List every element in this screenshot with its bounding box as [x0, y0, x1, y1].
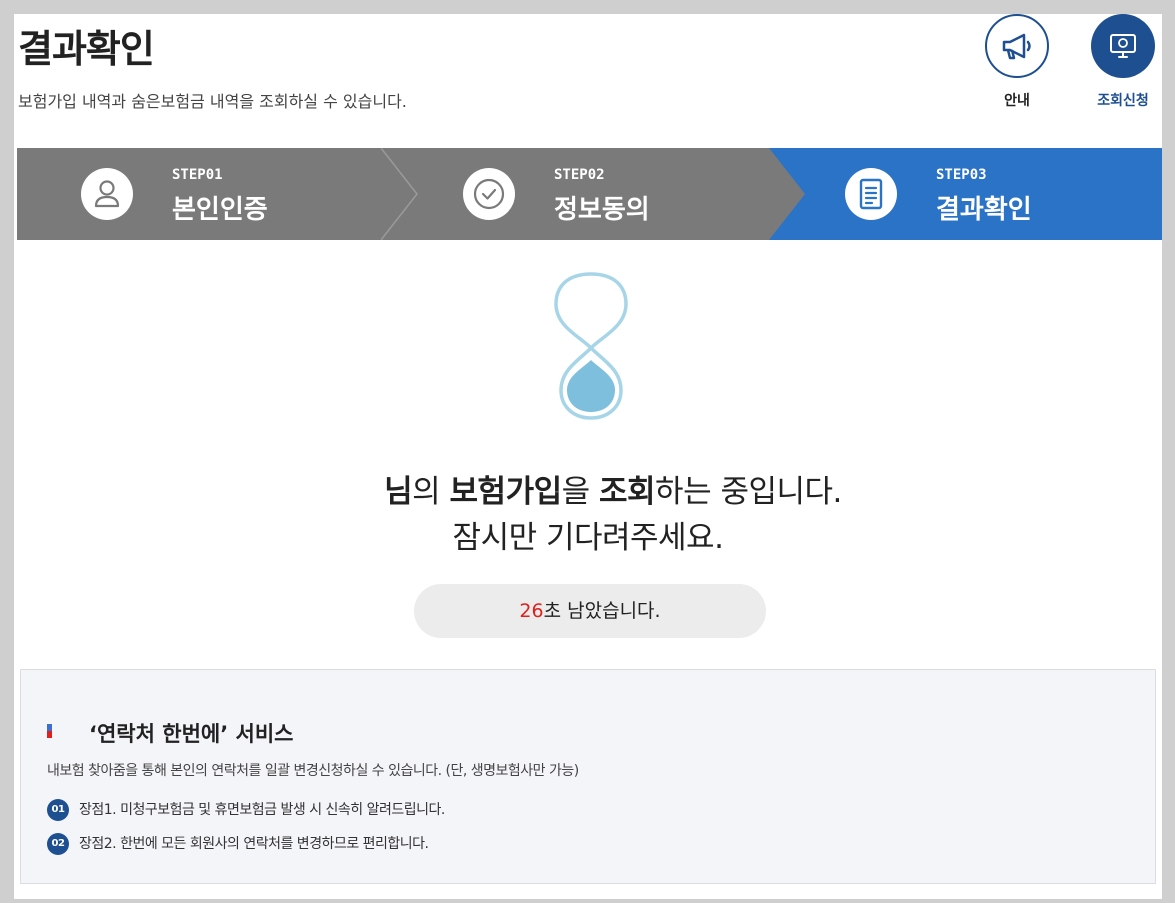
timer-suffix: 초 남았습니다.: [543, 600, 661, 622]
step-3-icon-circle: [845, 168, 897, 220]
status-message-line2: 잠시만 기다려주세요.: [452, 520, 724, 556]
step-3-number: STEP03: [936, 167, 987, 183]
step-1-label: 본인인증: [172, 195, 268, 225]
list-item-text: 장점2. 한번에 모든 회원사의 연락처를 변경하므로 편리합니다.: [79, 836, 429, 852]
step-1-icon-circle: [81, 168, 133, 220]
apply-button[interactable]: 조회신청: [1087, 14, 1159, 110]
service-description: 내보험 찾아줌을 통해 본인의 연락처를 일괄 변경신청하실 수 있습니다. (…: [47, 763, 579, 779]
step-divider: [381, 148, 418, 240]
title-accent-bar: [47, 724, 52, 738]
status-message-line1: 님의 보험가입을 조회하는 중입니다.: [14, 466, 1162, 511]
status-action-bold: 조회: [599, 474, 656, 510]
step-3-label: 결과확인: [936, 195, 1032, 225]
page: 결과확인 보험가입 내역과 숨은보험금 내역을 조회하실 수 있습니다. 안내 …: [14, 14, 1162, 899]
service-info-box: ‘연락처 한번에’ 서비스 내보험 찾아줌을 통해 본인의 연락처를 일괄 변경…: [20, 669, 1156, 884]
user-icon: [94, 180, 120, 208]
step-2-number: STEP02: [554, 167, 605, 183]
hourglass-loading-icon: [554, 272, 628, 420]
step-bar: STEP01 본인인증 STEP02 정보동의 STEP03 결과확인: [17, 148, 1162, 240]
number-badge: 01: [47, 799, 69, 821]
info-circle[interactable]: [985, 14, 1049, 78]
info-button[interactable]: 안내: [981, 14, 1053, 110]
status-text: 을: [561, 474, 599, 510]
step-2-icon-circle: [463, 168, 515, 220]
countdown-timer: 26초 남았습니다.: [414, 584, 766, 638]
check-circle-icon: [473, 178, 505, 210]
apply-circle[interactable]: [1091, 14, 1155, 78]
page-title: 결과확인: [18, 27, 155, 71]
timer-seconds: 26: [519, 600, 544, 622]
step-2-label: 정보동의: [554, 195, 650, 225]
status-text: 의: [412, 474, 450, 510]
list-item: 02 장점2. 한번에 모든 회원사의 연락처를 변경하므로 편리합니다.: [47, 833, 429, 855]
list-item-text: 장점1. 미청구보험금 및 휴면보험금 발생 시 신속히 알려드립니다.: [79, 802, 445, 818]
status-name-bold: 님: [384, 474, 413, 510]
list-item: 01 장점1. 미청구보험금 및 휴면보험금 발생 시 신속히 알려드립니다.: [47, 799, 445, 821]
monitor-search-icon: [1110, 34, 1136, 58]
step-arrow: [769, 148, 805, 240]
page-subtitle: 보험가입 내역과 숨은보험금 내역을 조회하실 수 있습니다.: [18, 92, 407, 111]
megaphone-icon: [1002, 33, 1031, 60]
document-icon: [859, 178, 883, 210]
step-1-number: STEP01: [172, 167, 223, 183]
apply-button-label: 조회신청: [1097, 93, 1149, 109]
number-badge: 02: [47, 833, 69, 855]
status-text: 하는 중입니다.: [655, 474, 842, 510]
status-subject-bold: 보험가입: [449, 474, 563, 510]
info-button-label: 안내: [1004, 93, 1030, 109]
